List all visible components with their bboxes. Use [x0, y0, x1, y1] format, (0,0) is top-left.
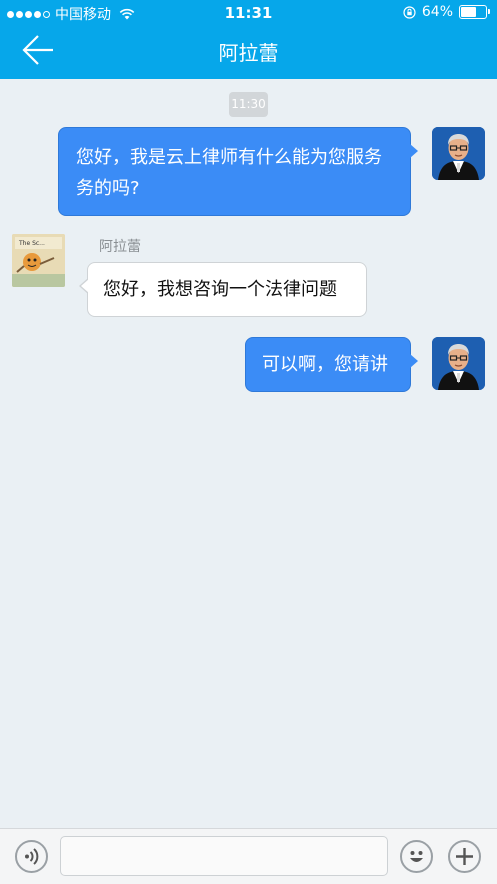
sender-name: 阿拉蕾 — [99, 239, 141, 255]
input-bar — [0, 828, 497, 884]
lawyer-icon — [432, 337, 485, 390]
book-cover-icon: The Sc... — [12, 234, 65, 287]
plus-icon — [456, 848, 473, 865]
chat-timestamp: 11:30 — [229, 92, 268, 117]
voice-icon — [25, 848, 39, 865]
page-title: 阿拉蕾 — [218, 41, 279, 65]
rotation-lock-icon — [403, 5, 416, 19]
status-bar: 中国移动 11:31 64% — [0, 0, 497, 24]
status-right: 64% — [403, 4, 490, 20]
battery-icon — [459, 5, 490, 19]
message-input[interactable] — [60, 836, 388, 876]
lawyer-icon — [432, 127, 485, 180]
svg-text:The Sc...: The Sc... — [18, 240, 45, 247]
voice-button[interactable] — [15, 840, 48, 873]
add-button[interactable] — [448, 840, 481, 873]
message-bubble-outgoing[interactable]: 您好，我是云上律师有什么能为您服务 务的吗? — [58, 127, 418, 216]
message-text: 您好，我是云上律师有什么能为您服务 — [76, 147, 382, 168]
emoji-button[interactable] — [400, 840, 433, 873]
cartoon-avatar[interactable]: The Sc... — [12, 234, 65, 287]
message-text: 您好，我想咨询一个法律问题 — [103, 279, 337, 300]
emoji-icon — [410, 851, 423, 862]
battery-percent: 64% — [421, 4, 453, 20]
app-header: 中国移动 11:31 64% 阿拉蕾 — [0, 0, 497, 79]
message-text: 可以啊，您请讲 — [262, 354, 388, 375]
lawyer-avatar[interactable] — [432, 337, 485, 390]
message-text-continued: 务的吗? — [76, 178, 140, 199]
message-bubble-incoming[interactable]: 您好，我想咨询一个法律问题 — [79, 262, 367, 317]
message-bubble-outgoing[interactable]: 可以啊，您请讲 — [245, 337, 418, 392]
lawyer-avatar[interactable] — [432, 127, 485, 180]
